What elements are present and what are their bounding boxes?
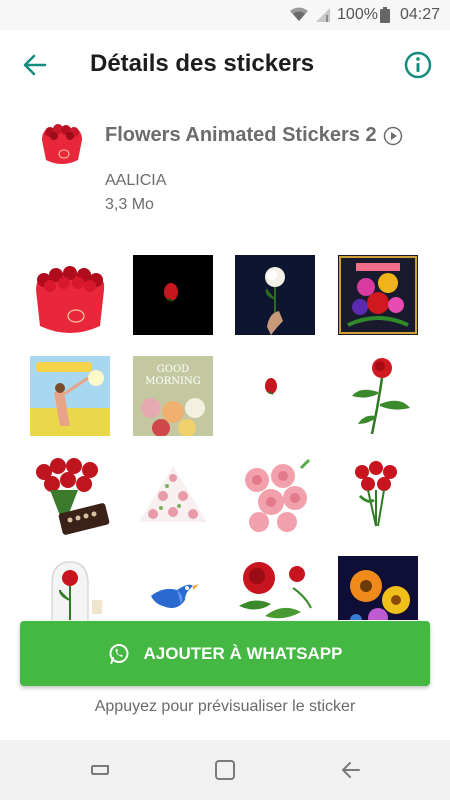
whatsapp-icon [108, 643, 130, 665]
play-circle-icon[interactable] [383, 126, 403, 146]
sticker-rose-in-glass-dome[interactable] [30, 556, 110, 620]
recent-apps-icon[interactable] [86, 756, 114, 784]
arrow-left-icon[interactable] [20, 50, 50, 80]
sticker-blue-bird[interactable] [133, 556, 213, 620]
svg-text:GOOD: GOOD [157, 364, 189, 375]
sticker-roses-with-chocolates[interactable] [30, 456, 110, 536]
navigation-bar [0, 740, 450, 800]
sticker-rose-heart-box[interactable] [30, 260, 110, 340]
sticker-rose-on-black[interactable] [133, 255, 213, 335]
add-to-whatsapp-button[interactable]: AJOUTER À WHATSAPP [20, 621, 430, 686]
page-title: Détails des stickers [90, 50, 315, 77]
svg-text:MORNING: MORNING [145, 376, 200, 387]
sticker-single-rose-petal[interactable] [235, 356, 315, 436]
pack-size: 3,3 Mo [105, 196, 154, 213]
sticker-grid: GOOD MORNING [0, 250, 450, 620]
sticker-flower-bouquet-card[interactable] [338, 255, 418, 335]
battery-level: 100% [337, 6, 378, 23]
sticker-pink-roses-cluster[interactable] [235, 456, 315, 536]
info-circle-icon[interactable] [404, 51, 432, 79]
status-bar: 100% 04:27 [0, 0, 450, 30]
pack-tray-icon [38, 120, 86, 168]
sticker-floral-triangle[interactable] [133, 456, 213, 536]
sticker-red-roses-leaves[interactable] [235, 556, 315, 620]
sticker-good-morning-flowers-card[interactable]: GOOD MORNING [133, 356, 213, 436]
sticker-red-rose-stem[interactable] [338, 356, 418, 436]
sticker-good-morning-girl-card[interactable] [30, 356, 110, 436]
home-icon[interactable] [211, 756, 239, 784]
battery-icon: 100% [337, 6, 390, 24]
system-back-icon[interactable] [337, 756, 365, 784]
sticker-gerbera-flowers[interactable] [338, 556, 418, 620]
signal-icon [315, 7, 331, 23]
pack-publisher: AALICIA [105, 172, 167, 189]
wifi-icon [289, 7, 309, 23]
preview-hint: Appuyez pour prévisualiser le sticker [94, 698, 356, 715]
pack-name-row: Flowers Animated Stickers 2 [105, 124, 403, 147]
clock: 04:27 [399, 6, 440, 23]
pack-name: Flowers Animated Stickers 2 [105, 124, 377, 146]
sticker-red-rose-bouquet[interactable] [338, 456, 418, 536]
pack-header: Flowers Animated Stickers 2 AALICIA 3,3 … [0, 110, 450, 230]
sticker-white-rose-in-hand[interactable] [235, 255, 315, 335]
app-bar: Détails des stickers [0, 30, 450, 100]
add-to-whatsapp-label: AJOUTER À WHATSAPP [143, 643, 343, 663]
